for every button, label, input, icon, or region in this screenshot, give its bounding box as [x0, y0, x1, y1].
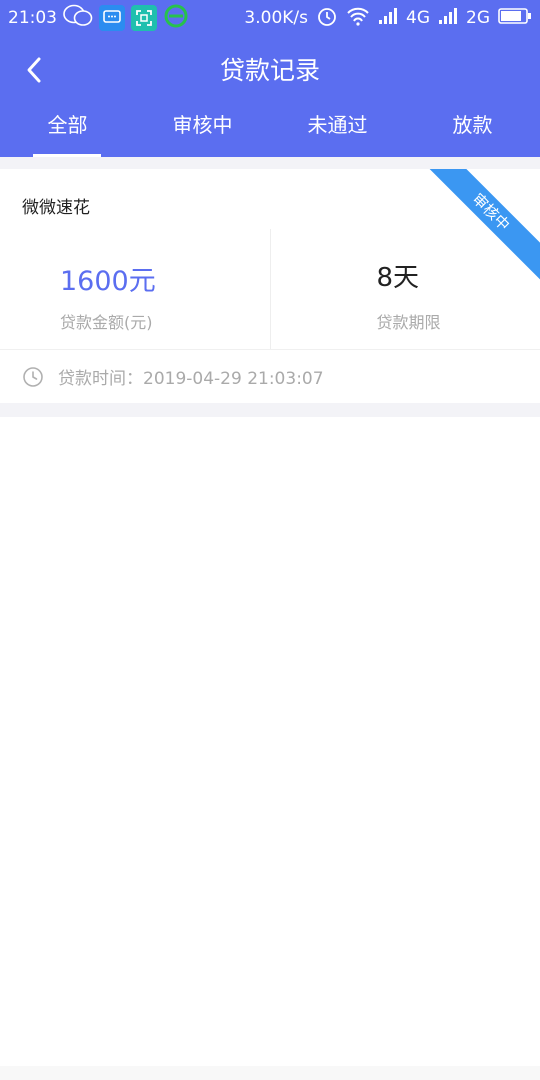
loan-time-label: 贷款时间：: [58, 369, 143, 389]
loan-term: 8天: [376, 263, 420, 293]
network-speed: 3.00K/s: [244, 8, 308, 28]
browser-app-icon: [163, 3, 189, 34]
loan-term-label: 贷款期限: [376, 313, 441, 332]
clock-icon: [23, 366, 43, 387]
section-gap-bottom: [0, 403, 540, 417]
loan-amount-label: 贷款金额(元): [60, 313, 153, 332]
tab-bar: 全部 审核中 未通过 放款: [0, 101, 540, 157]
message-app-icon: [99, 5, 125, 31]
network-type-1: 4G: [406, 8, 430, 28]
scan-app-icon: [131, 5, 157, 31]
tab-reviewing[interactable]: 审核中: [135, 101, 270, 157]
signal-icon: [378, 7, 398, 30]
signal-icon-2: [438, 7, 458, 30]
app-header: 贷款记录 全部 审核中 未通过 放款: [0, 36, 540, 157]
loan-amount: 1600元: [60, 266, 156, 297]
tab-all[interactable]: 全部: [0, 101, 135, 157]
loan-record-card[interactable]: 审核中 微微速花 1600元 贷款金额(元) 8天 贷款期限 贷款时间：2019…: [0, 169, 540, 403]
term-column: 8天 贷款期限: [269, 229, 540, 349]
tab-rejected[interactable]: 未通过: [270, 101, 405, 157]
status-time: 21:03: [8, 8, 57, 28]
section-gap: [0, 157, 540, 169]
wechat-icon: [63, 3, 93, 34]
tab-disbursed[interactable]: 放款: [405, 101, 540, 157]
battery-icon: [498, 7, 532, 30]
status-bar: 21:03 3.00K/s 4G 2G: [0, 0, 540, 36]
loan-time-value: 2019-04-29 21:03:07: [143, 369, 324, 389]
bottom-bar: [0, 1066, 540, 1080]
alarm-icon: [316, 5, 338, 32]
network-type-2: 2G: [466, 8, 490, 28]
wifi-icon: [346, 6, 370, 31]
amount-column: 1600元 贷款金额(元): [0, 229, 270, 349]
page-title: 贷款记录: [219, 56, 320, 85]
loan-time-row: 贷款时间：2019-04-29 21:03:07: [0, 349, 540, 403]
